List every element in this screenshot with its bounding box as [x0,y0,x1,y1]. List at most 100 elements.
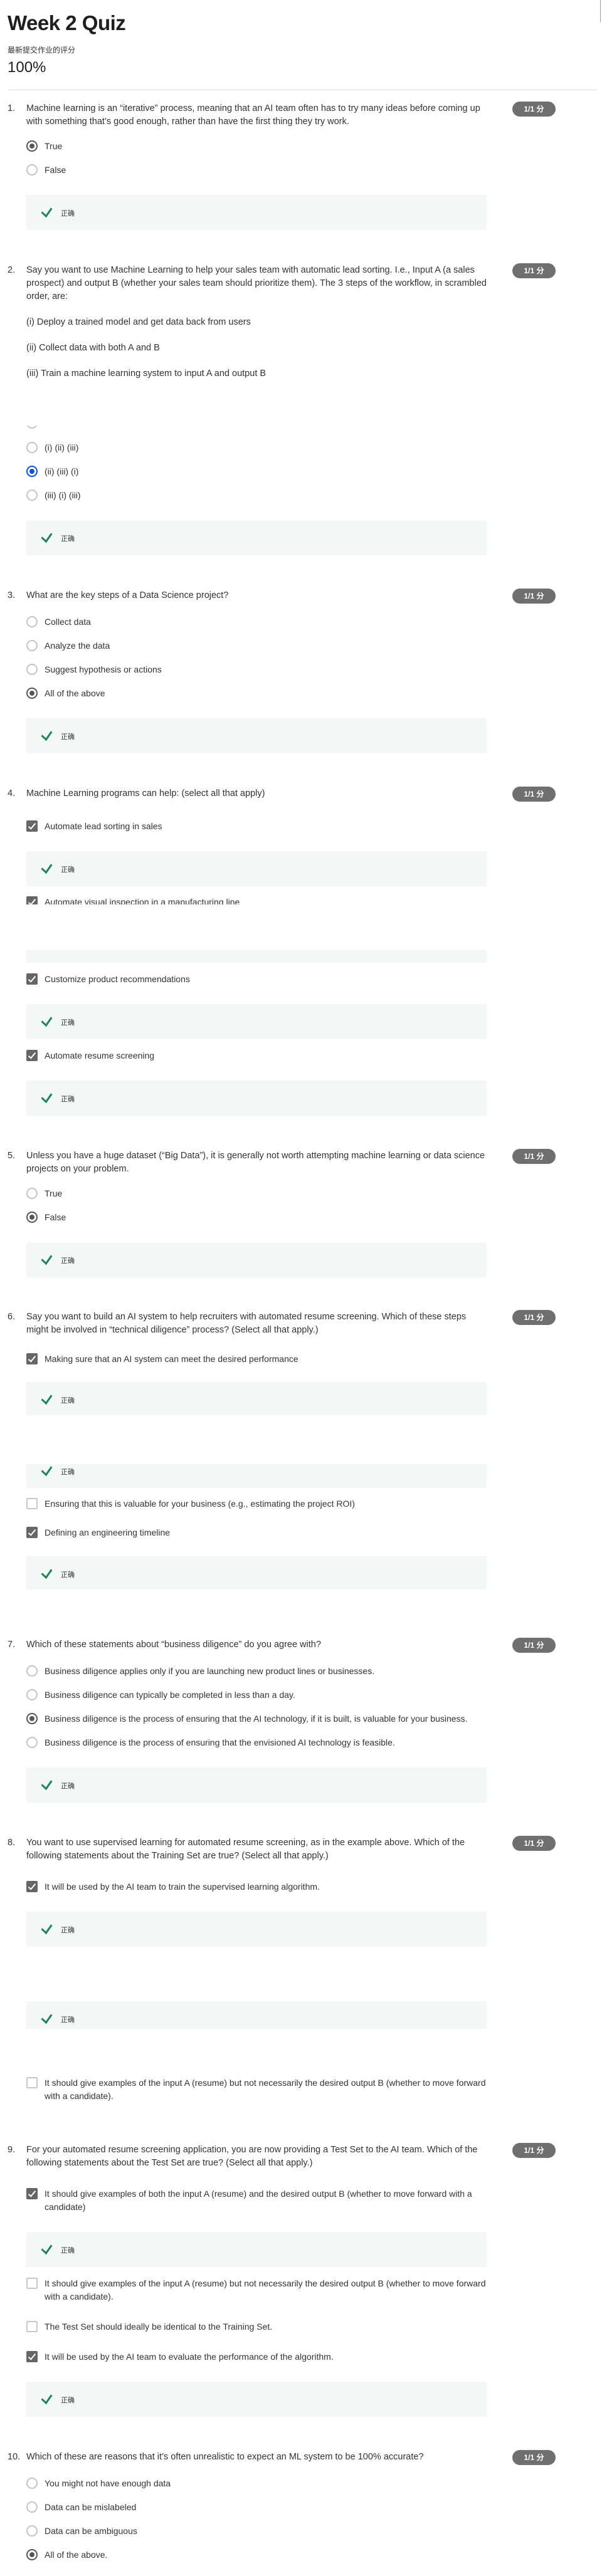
scrollbar[interactable] [600,0,601,22]
checkbox[interactable] [26,1050,38,1061]
checkbox[interactable] [26,896,38,904]
option-label[interactable]: Data can be ambiguous [45,2525,496,2538]
checkbox[interactable] [26,973,38,985]
feedback-label: 正确 [61,866,75,874]
radio-button[interactable] [26,426,38,429]
radio-button[interactable] [26,1212,38,1223]
question-text: You want to use supervised learning for … [26,1837,465,1861]
option-label[interactable]: Analyze the data [45,639,496,652]
radio-button[interactable] [26,1713,38,1724]
checkbox[interactable] [26,1353,38,1364]
option-label[interactable]: Business diligence is the process of ens… [45,1712,496,1725]
score-badge: 1/1 分 [512,2143,556,2158]
option-label[interactable]: Data can be mislabeled [45,2501,496,2514]
feedback-label: 正确 [61,2397,75,2404]
question-text: Machine Learning programs can help: (sel… [26,788,265,798]
option-label[interactable]: You might not have enough data [45,2477,496,2490]
option-label[interactable]: False [45,164,496,177]
question-number: 3. [8,590,16,600]
option-label[interactable]: False [45,1211,496,1224]
feedback-label: 正确 [61,1096,75,1103]
option-label[interactable]: (ii) (iii) (i) [45,465,496,478]
score-badge: 1/1 分 [512,263,556,278]
option-label[interactable]: Business diligence applies only if you a… [45,1665,496,1678]
radio-button[interactable] [26,2501,38,2513]
option-label[interactable]: It will be used by the AI team to train … [45,1880,496,1893]
feedback-label: 正确 [61,1571,75,1579]
feedback-box [26,2001,487,2029]
option-label[interactable]: True [45,1187,496,1200]
question-text: Which of these statements about “busines… [26,1639,321,1650]
option-label[interactable]: Business diligence can typically be comp… [45,1689,496,1702]
checkbox[interactable] [26,2077,38,2088]
checkbox[interactable] [26,820,38,832]
radio-button[interactable] [26,2478,38,2489]
radio-button[interactable] [26,1737,38,1748]
radio-button[interactable] [26,1689,38,1700]
radio-button[interactable] [26,140,38,152]
radio-button[interactable] [26,1188,38,1199]
question-text: What are the key steps of a Data Science… [26,590,229,600]
option-label[interactable]: Business diligence is the process of ens… [45,1736,496,1749]
option-label[interactable]: Collect data [45,615,496,629]
question-number: 6. [8,1311,16,1322]
score-badge: 1/1 分 [512,2450,556,2465]
option-label[interactable]: All of the above [45,687,496,700]
feedback-label: 正确 [61,1257,75,1265]
radio-button[interactable] [26,640,38,651]
page-title: Week 2 Quiz [8,11,126,34]
option-label[interactable]: Suggest hypothesis or actions [45,663,496,676]
feedback-box [26,950,487,963]
radio-button[interactable] [26,688,38,699]
question-text: Machine learning is an “iterative” proce… [26,103,480,127]
feedback-label: 正确 [61,535,75,543]
radio-button[interactable] [26,2549,38,2560]
feedback-box [26,1464,487,1488]
checkbox[interactable] [26,2351,38,2362]
radio-button[interactable] [26,490,38,501]
radio-button[interactable] [26,664,38,675]
feedback-label: 正确 [61,1927,75,1934]
option-label[interactable]: (i) (ii) (iii) [45,441,496,454]
option-label[interactable]: It will be used by the AI team to evalua… [45,2350,496,2364]
feedback-label: 正确 [61,733,75,741]
checkbox[interactable] [26,1498,38,1509]
option-label[interactable]: Ensuring that this is valuable for your … [45,1497,496,1511]
option-label[interactable]: It should give examples of both the inpu… [45,2187,496,2214]
grade-label: 最新提交作业的评分 [8,46,76,55]
checkbox[interactable] [26,1527,38,1538]
option-label[interactable]: It should give examples of the input A (… [45,2076,496,2103]
option-label[interactable]: It should give examples of the input A (… [45,2277,496,2303]
option-label[interactable]: Automate lead sorting in sales [45,820,496,833]
checkbox[interactable] [26,1881,38,1892]
workflow-step: (iii) Train a machine learning system to… [26,368,267,379]
question-number: 10. [8,2451,21,2462]
radio-button[interactable] [26,164,38,175]
option-label[interactable]: Automate visual inspection in a manufact… [45,896,496,905]
option-label[interactable]: All of the above. [45,2548,496,2562]
option-label[interactable]: (iii) (i) (iii) [45,489,496,502]
option-label[interactable]: The Test Set should ideally be identical… [45,2320,496,2333]
radio-button[interactable] [26,616,38,627]
score-badge: 1/1 分 [512,589,556,604]
option-label[interactable]: Defining an engineering timeline [45,1526,496,1539]
option-label[interactable]: Customize product recommendations [45,973,496,986]
option-label[interactable]: Making sure that an AI system can meet t… [45,1353,496,1366]
option-label[interactable]: True [45,140,496,153]
score-badge: 1/1 分 [512,1149,556,1164]
score-badge: 1/1 分 [512,102,556,117]
checkbox[interactable] [26,2321,38,2332]
feedback-box [26,520,487,555]
radio-button[interactable] [26,2525,38,2537]
checkbox[interactable] [26,2188,38,2199]
option-label[interactable]: Automate resume screening [45,1049,496,1062]
radio-button[interactable] [26,1665,38,1677]
checkbox[interactable] [26,2278,38,2289]
question-number: 1. [8,103,16,113]
radio-button[interactable] [26,442,38,453]
question-number: 5. [8,1150,16,1161]
feedback-label: 正确 [61,2247,75,2254]
radio-button[interactable] [26,466,38,477]
feedback-label: 正确 [61,1783,75,1790]
question-number: 7. [8,1639,16,1650]
